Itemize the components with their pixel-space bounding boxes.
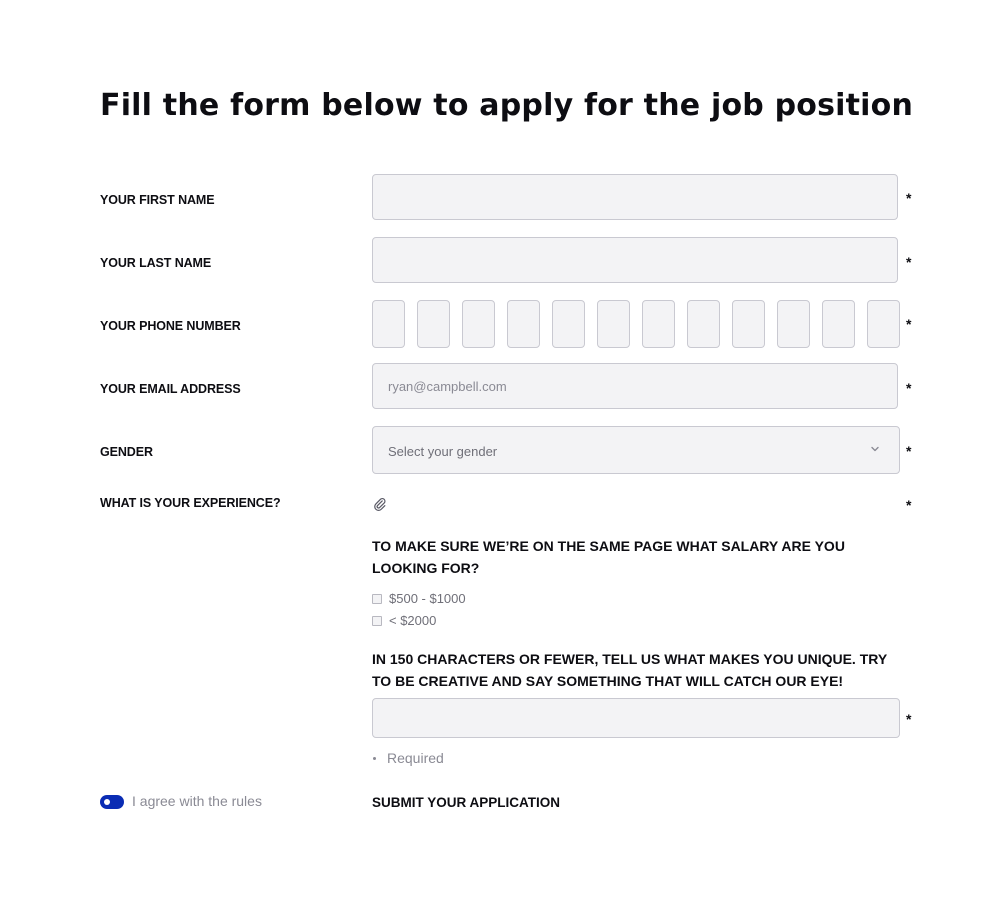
required-marker: * (906, 316, 912, 332)
experience-label: WHAT IS YOUR EXPERIENCE? (100, 496, 281, 510)
phone-digit-input[interactable] (867, 300, 900, 348)
checkbox[interactable] (372, 593, 382, 604)
last-name-input[interactable] (373, 238, 897, 282)
salary-option-under-2000[interactable]: < $2000 (372, 613, 436, 628)
required-marker: * (906, 190, 912, 206)
phone-digit-input[interactable] (417, 300, 450, 348)
unique-question: IN 150 CHARACTERS OR FEWER, TELL US WHAT… (372, 651, 887, 689)
first-name-field[interactable] (372, 174, 898, 220)
last-name-label: YOUR LAST NAME (100, 256, 212, 270)
submit-button[interactable]: SUBMIT YOUR APPLICATION (372, 795, 560, 810)
phone-digit-input[interactable] (642, 300, 675, 348)
required-marker: * (906, 380, 912, 396)
chevron-down-icon (871, 446, 879, 452)
phone-digit-input[interactable] (822, 300, 855, 348)
agree-label: I agree with the rules (132, 793, 262, 809)
checkbox-label: < $2000 (389, 613, 437, 628)
phone-digit-input[interactable] (732, 300, 765, 348)
checkbox-label: $500 - $1000 (389, 591, 466, 606)
gender-select-value: Select your gender (388, 444, 498, 459)
gender-label: GENDER (100, 445, 153, 459)
gender-select[interactable]: Select your gender (372, 426, 900, 474)
email-field[interactable] (372, 363, 898, 409)
phone-digit-input[interactable] (687, 300, 720, 348)
required-note-text: Required (387, 750, 444, 766)
phone-label: YOUR PHONE NUMBER (100, 319, 241, 333)
salary-question: TO MAKE SURE WE’RE ON THE SAME PAGE WHAT… (372, 538, 845, 576)
salary-option-500-1000[interactable]: $500 - $1000 (372, 591, 466, 606)
required-marker: * (906, 497, 912, 513)
phone-digit-input[interactable] (507, 300, 540, 348)
required-marker: * (906, 254, 912, 270)
required-marker: * (906, 443, 912, 459)
required-marker: * (906, 711, 912, 727)
email-input[interactable] (373, 364, 897, 408)
agree-toggle[interactable] (100, 795, 124, 809)
required-note: Required (372, 750, 444, 766)
phone-digit-input[interactable] (462, 300, 495, 348)
last-name-field[interactable] (372, 237, 898, 283)
email-label: YOUR EMAIL ADDRESS (100, 382, 241, 396)
phone-digit-input[interactable] (372, 300, 405, 348)
phone-digit-input[interactable] (597, 300, 630, 348)
paperclip-icon[interactable] (373, 497, 387, 511)
phone-digit-input[interactable] (777, 300, 810, 348)
unique-textarea[interactable] (372, 698, 900, 738)
page-title: Fill the form below to apply for the job… (100, 88, 914, 123)
checkbox[interactable] (372, 615, 382, 626)
toggle-knob (104, 799, 110, 805)
phone-digit-input[interactable] (552, 300, 585, 348)
first-name-input[interactable] (373, 175, 897, 219)
first-name-label: YOUR FIRST NAME (100, 193, 215, 207)
bullet-icon (373, 756, 376, 760)
